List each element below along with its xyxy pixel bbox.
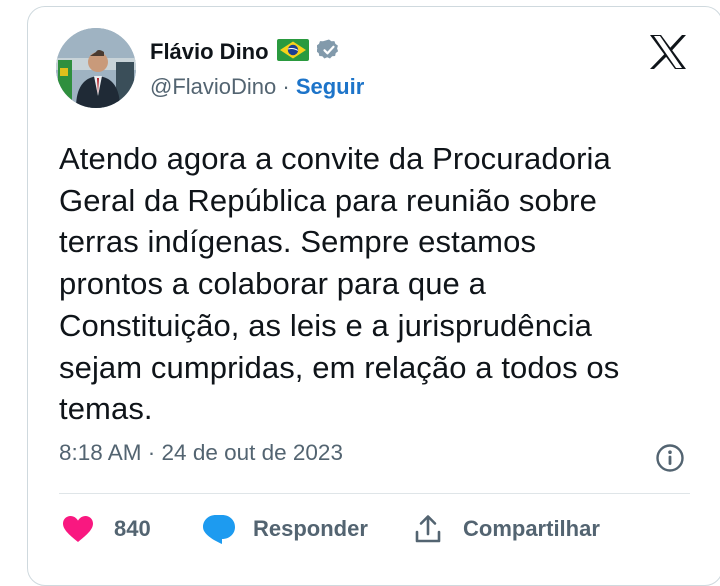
tweet-line: Geral da República para reunião sobre (59, 182, 597, 218)
author-display-name[interactable]: Flávio Dino (150, 39, 269, 65)
share-button[interactable]: Compartilhar (414, 508, 600, 550)
share-icon (414, 514, 442, 544)
avatar[interactable] (56, 28, 136, 108)
share-label: Compartilhar (463, 516, 600, 541)
tweet-line: temas. (59, 391, 153, 427)
reply-label: Responder (253, 516, 368, 541)
info-icon[interactable] (655, 443, 685, 473)
tweet-line: prontos a colaborar para que a (59, 266, 486, 302)
divider (59, 493, 690, 494)
tweet-line: terras indígenas. Sempre estamos (59, 224, 537, 260)
tweet-line: sejam cumpridas, em relação a todos os (59, 349, 620, 385)
reply-bubble-icon (202, 513, 236, 545)
author-name-row: Flávio Dino (150, 38, 341, 66)
x-logo-icon[interactable] (648, 34, 688, 70)
verified-badge-icon (315, 38, 341, 67)
follow-button[interactable]: Seguir (296, 74, 364, 100)
tweet-line: Atendo agora a convite da Procuradoria (59, 141, 611, 176)
author-handle-row: @FlavioDino · Seguir (150, 74, 364, 100)
reply-button[interactable]: Responder (202, 508, 368, 550)
heart-icon (62, 515, 94, 543)
tweet-text: Atendo agora a convite da Procuradoria G… (59, 138, 699, 430)
like-count: 840 (114, 516, 151, 541)
tweet-timestamp[interactable]: 8:18 AM · 24 de out de 2023 (59, 440, 343, 466)
handle-separator: · (276, 74, 296, 99)
brazil-flag-icon (276, 38, 309, 66)
tweet-line: Constituição, as leis e a jurisprudência (59, 307, 592, 343)
like-button[interactable]: 840 (62, 508, 151, 550)
author-handle[interactable]: @FlavioDino (150, 74, 276, 100)
avatar-photo (56, 28, 136, 108)
